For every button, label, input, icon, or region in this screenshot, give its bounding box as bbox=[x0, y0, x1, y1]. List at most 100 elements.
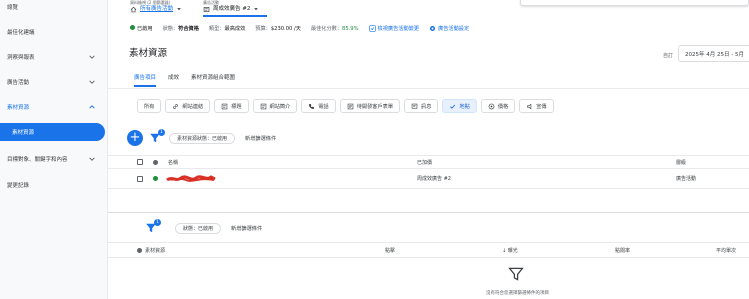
filter-count-badge: 1 bbox=[154, 219, 161, 226]
sidebar-item-label: 最佳化建議 bbox=[7, 30, 35, 36]
gear-icon bbox=[430, 25, 436, 31]
chip-lead-form[interactable]: 待開發客戶表單 bbox=[339, 99, 401, 113]
redacted-asset-name bbox=[166, 169, 216, 188]
filter-chip-asset-status[interactable]: 素材資源狀態：已啟用 bbox=[169, 132, 236, 144]
asset-filter-row: + 1 素材資源狀態：已啟用 新增篩選條件 bbox=[127, 129, 276, 146]
caret-down-icon bbox=[254, 8, 259, 11]
tab-performance[interactable]: 成效 bbox=[168, 73, 179, 87]
sidebar-subitem-label: 素材資源 bbox=[12, 130, 35, 136]
row-level: 廣告活動 bbox=[676, 176, 697, 182]
tab-ad-items[interactable]: 廣告項目 bbox=[134, 73, 157, 87]
tab-asset-group-scope[interactable]: 素材資源組合範圍 bbox=[191, 73, 235, 87]
history-icon bbox=[368, 24, 376, 32]
select-all-checkbox[interactable] bbox=[137, 159, 143, 165]
chip-description[interactable]: 網站簡介 bbox=[252, 99, 298, 113]
col-header-name[interactable]: 名稱 bbox=[168, 156, 178, 168]
sidebar-item-change-history[interactable]: 變更記錄 bbox=[0, 178, 108, 192]
sidebar-item-recommendations[interactable]: 最佳化建議 bbox=[0, 25, 108, 39]
col-header-campaign[interactable]: 已加價 bbox=[417, 156, 432, 168]
chip-location[interactable]: 地點 bbox=[442, 99, 477, 113]
row-campaign[interactable]: 周成效廣告 #2 bbox=[417, 169, 451, 188]
text-icon bbox=[260, 103, 266, 109]
filter-count-badge: 1 bbox=[158, 129, 165, 136]
status-type: 類型：最高成效 bbox=[208, 25, 246, 32]
chip-phone[interactable]: 電話 bbox=[301, 99, 336, 113]
add-asset-button[interactable]: + bbox=[127, 130, 143, 146]
sidebar-subitem-assets-active[interactable]: 素材資源 bbox=[0, 123, 105, 141]
add-filter-link[interactable]: 新增篩選條件 bbox=[245, 135, 276, 142]
row-checkbox[interactable] bbox=[137, 175, 143, 182]
campaign-icon bbox=[203, 6, 210, 12]
chip-message[interactable]: 訊息 bbox=[404, 99, 439, 113]
sidebar-item-label: 變更記錄 bbox=[7, 183, 30, 189]
chip-promotion[interactable]: 宣傳 bbox=[519, 99, 554, 113]
date-range-prefix: 自訂 bbox=[663, 53, 674, 59]
status-dot bbox=[130, 24, 135, 30]
chip-price[interactable]: 價格 bbox=[480, 99, 516, 113]
home-icon bbox=[130, 6, 137, 12]
status-budget: 預算：$230.00 /天 bbox=[255, 25, 301, 32]
chip-all[interactable]: 所有 bbox=[137, 99, 162, 113]
sidebar-item-insights[interactable]: 洞察與報表 bbox=[0, 50, 108, 64]
check-icon bbox=[450, 104, 456, 109]
col-header-impressions[interactable]: ↓ 曝光 bbox=[502, 243, 518, 257]
sidebar-item-label: 洞察與報表 bbox=[7, 55, 35, 61]
status-enabled: 已啟用 bbox=[130, 24, 153, 32]
data-view-picker[interactable]: 資料檢視 (2 個篩選器) 所有廣告活動 bbox=[130, 0, 200, 17]
chip-headline[interactable]: 標題 bbox=[214, 99, 249, 113]
col-header-ctr[interactable]: 點閱率 bbox=[615, 243, 630, 257]
sidebar-item-overview[interactable]: 總覽 bbox=[0, 0, 108, 14]
table-row[interactable]: 周成效廣告 #2 廣告活動 bbox=[108, 169, 749, 189]
top-overlay-panel bbox=[520, 0, 749, 6]
sidebar-item-campaigns[interactable]: 廣告活動 bbox=[0, 75, 108, 89]
sidebar-item-assets[interactable]: 素材資源 bbox=[0, 100, 108, 114]
sidebar-item-audiences[interactable]: 目標對象、關鍵字和內容 bbox=[0, 152, 108, 166]
app-root: 總覽 最佳化建議 洞察與報表 廣告活動 素材資源 素材資源 目標對象、關鍵字和內… bbox=[0, 0, 749, 299]
picker1-value-text: 所有廣告活動 bbox=[140, 6, 174, 12]
sidebar-item-label: 目標對象、關鍵字和內容 bbox=[7, 157, 68, 163]
status-column-dot bbox=[137, 247, 142, 253]
campaign-settings-link[interactable]: 廣告活動設定 bbox=[429, 25, 469, 32]
picker-value: 周成效廣告 #2 bbox=[203, 5, 267, 13]
page-title: 素材資源 bbox=[129, 48, 168, 59]
status-column-dot bbox=[153, 159, 158, 165]
status-enabled-dot bbox=[153, 176, 158, 181]
filter-button[interactable]: 1 bbox=[149, 129, 165, 144]
redaction-scribble bbox=[166, 174, 216, 182]
picker-value: 所有廣告活動 bbox=[130, 5, 200, 13]
sidebar-item-label: 總覽 bbox=[7, 5, 19, 11]
picker-active-underline bbox=[203, 15, 267, 17]
filter-button[interactable]: 1 bbox=[145, 219, 161, 234]
date-range-value: 2025年 4月 25日 - 5月 bbox=[685, 51, 744, 58]
table-header-row: 素材資源 點擊 ↓ 曝光 點閱率 平均單次 bbox=[108, 242, 749, 258]
assets-table: 名稱 已加價 層級 周成效廣告 #2 廣告活動 bbox=[108, 155, 749, 193]
col-header-asset[interactable]: 素材資源 bbox=[145, 243, 165, 257]
filter-chip-status[interactable]: 狀態：已啟用 bbox=[175, 222, 222, 234]
link-icon bbox=[173, 103, 179, 109]
sidebar-item-label: 素材資源 bbox=[7, 105, 30, 111]
col-header-clicks[interactable]: 點擊 bbox=[385, 243, 395, 257]
col-header-level[interactable]: 層級 bbox=[676, 156, 686, 168]
view-changes-link[interactable]: 檢視廣告活動變更 bbox=[368, 24, 419, 32]
table-header-row: 名稱 已加價 層級 bbox=[108, 155, 749, 169]
add-filter-link[interactable]: 新增篩選條件 bbox=[231, 225, 262, 232]
col-header-avg[interactable]: 平均單次 bbox=[716, 243, 736, 257]
chip-sitelink[interactable]: 網站連結 bbox=[165, 99, 211, 113]
caret-down-icon bbox=[177, 8, 181, 11]
campaign-picker[interactable]: 廣告活動 周成效廣告 #2 bbox=[203, 0, 267, 17]
section-divider bbox=[108, 212, 749, 213]
empty-state-message: 沒有符合您選擇篩選條件的項目 bbox=[486, 291, 549, 296]
promo-icon bbox=[527, 103, 532, 109]
date-range-picker[interactable]: 2025年 4月 25日 - 5月 bbox=[678, 45, 749, 62]
asset-type-chips: 所有 網站連結 標題 網站簡介 電話 待開發客戶表單 訊息 地點 價格 宣傳 bbox=[137, 99, 554, 113]
text-icon bbox=[221, 103, 228, 109]
form-icon bbox=[347, 103, 353, 109]
tabs-divider bbox=[108, 88, 749, 89]
chevron-down-icon bbox=[89, 80, 95, 84]
price-icon bbox=[488, 103, 495, 109]
chevron-down-icon bbox=[89, 55, 95, 59]
campaign-status-row: 已啟用 狀態：符合資格 類型：最高成效 預算：$230.00 /天 最佳化分數：… bbox=[130, 23, 469, 33]
performance-table: 素材資源 點擊 ↓ 曝光 點閱率 平均單次 bbox=[108, 242, 749, 258]
phone-icon bbox=[309, 103, 315, 109]
filter-empty-icon bbox=[508, 267, 524, 281]
